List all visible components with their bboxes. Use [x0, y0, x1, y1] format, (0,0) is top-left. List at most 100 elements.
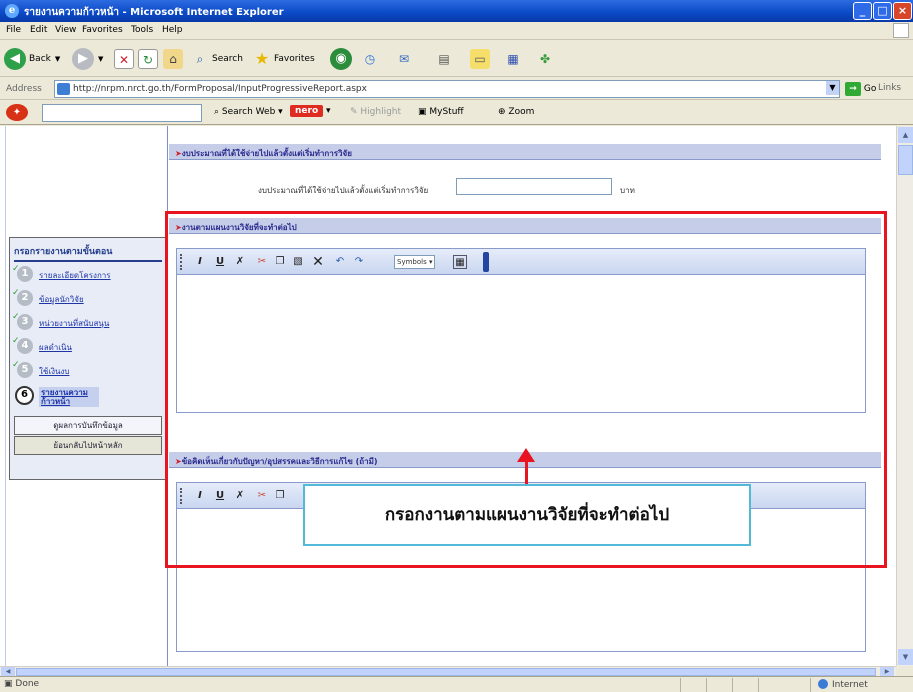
mail-icon: ✉: [398, 52, 410, 66]
search-icon: ⌕: [196, 52, 204, 66]
step-number: 5: [17, 362, 33, 378]
search-toolbar: ✦ ⌕ Search Web ▾ nero ▾ ✎ Highlight ▣ My…: [0, 101, 913, 125]
refresh-icon: ↻: [138, 49, 158, 69]
step-link[interactable]: รายละเอียดโครงการ: [39, 269, 111, 282]
globe-icon: [818, 679, 828, 689]
messenger-icon: ✤: [539, 52, 551, 66]
browser-toolbar: ◀ Back ▼ ▶ ▼ ✕ ↻ ⌂ ⌕ Search ★ Favorites …: [0, 41, 913, 77]
back-to-main-button[interactable]: ย้อนกลับไปหน้าหลัก: [14, 436, 162, 455]
menu-tools[interactable]: Tools: [131, 25, 153, 35]
discuss-icon: ▦: [507, 52, 519, 66]
step-panel-heading: กรอกรายงานตามขั้นตอน: [14, 244, 162, 262]
zoom-button[interactable]: ⊕ Zoom: [498, 107, 534, 117]
step-5[interactable]: ✓ 5 ใช้เงินงบ: [12, 360, 162, 382]
scroll-thumb[interactable]: [898, 145, 913, 175]
forward-button[interactable]: ▶ ▼: [72, 47, 103, 71]
menu-help[interactable]: Help: [162, 25, 183, 35]
page-content: ➤ งบประมาณที่ได้ใช้จ่ายไปแล้วตั้งแต่เริ่ม…: [0, 126, 913, 666]
menu-view[interactable]: View: [55, 25, 76, 35]
scroll-down-icon[interactable]: ▼: [898, 649, 913, 665]
status-divider: [758, 678, 759, 692]
mystuff-button[interactable]: ▣ MyStuff: [418, 107, 464, 117]
horizontal-scrollbar[interactable]: ◀ ▶: [0, 666, 896, 677]
edit-button[interactable]: ▭: [470, 47, 490, 71]
step-link[interactable]: ข้อมูลนักวิจัย: [39, 293, 84, 306]
step-number: 4: [17, 338, 33, 354]
maximize-button[interactable]: □: [873, 2, 892, 20]
page-done-icon: ▣: [4, 679, 13, 689]
go-arrow-icon: →: [845, 82, 861, 96]
toolbar-search-input[interactable]: [42, 104, 202, 122]
close-button[interactable]: ×: [893, 2, 912, 20]
step-link[interactable]: หน่วยงานที่สนับสนุน: [39, 317, 109, 330]
back-button[interactable]: ◀ Back ▼: [4, 47, 60, 71]
status-divider: [810, 678, 811, 692]
search-web-button[interactable]: ⌕ Search Web ▾: [214, 107, 283, 117]
links-button[interactable]: Links: [878, 83, 901, 93]
window-title: รายงานความก้าวหน้า - Microsoft Internet …: [24, 7, 284, 18]
messenger-button[interactable]: ✤: [535, 47, 555, 71]
budget-section-header: ➤งบประมาณที่ได้ใช้จ่ายไปแล้วตั้งแต่เริ่ม…: [169, 144, 881, 160]
annotation-callout: กรอกงานตามแผนงานวิจัยที่จะทำต่อไป: [303, 484, 751, 546]
search-button[interactable]: ⌕ Search: [190, 47, 243, 71]
arrow-up-icon: [517, 448, 535, 462]
star-icon: ★: [254, 49, 270, 68]
budget-label: งบประมาณที่ได้ใช้จ่ายไปแล้วตั้งแต่เริ่มท…: [258, 186, 429, 195]
media-icon: ◉: [330, 48, 352, 70]
home-icon: ⌂: [163, 49, 183, 69]
go-button[interactable]: → Go: [845, 82, 876, 96]
hscroll-thumb[interactable]: [16, 668, 876, 676]
step-3[interactable]: ✓ 3 หน่วยงานที่สนับสนุน: [12, 312, 162, 334]
step-panel: กรอกรายงานตามขั้นตอน ✓ 1 รายละเอียดโครงก…: [9, 237, 167, 480]
toolbar-logo-icon[interactable]: ✦: [6, 104, 28, 121]
highlight-button[interactable]: ✎ Highlight: [350, 107, 401, 117]
status-divider: [732, 678, 733, 692]
menu-file[interactable]: File: [6, 25, 21, 35]
step-link[interactable]: ผลดำเนิน: [39, 341, 72, 354]
step-number: 6: [15, 386, 34, 405]
windows-flag-icon: [893, 23, 909, 38]
view-saved-data-button[interactable]: ดูผลการบันทึกข้อมูล: [14, 416, 162, 435]
discuss-button[interactable]: ▦: [503, 47, 523, 71]
minimize-button[interactable]: _: [853, 2, 872, 20]
chevron-down-icon: ▼: [98, 55, 104, 63]
step-6[interactable]: 6 รายงานความก้าวหน้า: [12, 386, 162, 408]
budget-input[interactable]: [456, 178, 612, 195]
step-number: 1: [17, 266, 33, 282]
scroll-up-icon[interactable]: ▲: [898, 127, 913, 143]
refresh-button[interactable]: ↻: [138, 47, 158, 71]
nero-button[interactable]: nero ▾: [290, 105, 331, 117]
history-button[interactable]: ◷: [360, 47, 380, 71]
home-button[interactable]: ⌂: [163, 47, 183, 71]
media-button[interactable]: ◉: [330, 47, 352, 71]
favorites-button[interactable]: ★ Favorites: [252, 47, 315, 71]
forward-arrow-icon: ▶: [72, 48, 94, 70]
step-number: 3: [17, 314, 33, 330]
status-divider: [680, 678, 681, 692]
address-input[interactable]: http://nrpm.nrct.go.th/FormProposal/Inpu…: [54, 80, 840, 98]
step-1[interactable]: ✓ 1 รายละเอียดโครงการ: [12, 264, 162, 286]
address-bar: Address http://nrpm.nrct.go.th/FormPropo…: [0, 78, 913, 100]
stop-icon: ✕: [114, 49, 134, 69]
mail-button[interactable]: ✉: [394, 47, 414, 71]
step-2[interactable]: ✓ 2 ข้อมูลนักวิจัย: [12, 288, 162, 310]
print-button[interactable]: ▤: [434, 47, 454, 71]
step-link[interactable]: ใช้เงินงบ: [39, 365, 69, 378]
arrow-bullet-icon: ➤: [175, 149, 182, 158]
vertical-scrollbar[interactable]: ▲ ▼: [896, 126, 913, 666]
menu-bar: File Edit View Favorites Tools Help: [0, 22, 913, 40]
stop-button[interactable]: ✕: [114, 47, 134, 71]
folder-icon: ▭: [470, 49, 490, 69]
menu-edit[interactable]: Edit: [30, 25, 47, 35]
history-icon: ◷: [364, 52, 376, 66]
address-label: Address: [6, 84, 42, 94]
step-link[interactable]: รายงานความก้าวหน้า: [39, 387, 99, 407]
address-dropdown-button[interactable]: ▼: [826, 81, 839, 95]
status-text: ▣ Done: [4, 679, 40, 689]
chevron-down-icon: ▼: [54, 55, 61, 63]
title-bar: e รายงานความก้าวหน้า - Microsoft Interne…: [0, 0, 913, 22]
menu-favorites[interactable]: Favorites: [82, 25, 123, 35]
step-4[interactable]: ✓ 4 ผลดำเนิน: [12, 336, 162, 358]
status-bar: ▣ Done Internet: [0, 676, 913, 692]
print-icon: ▤: [438, 52, 450, 66]
